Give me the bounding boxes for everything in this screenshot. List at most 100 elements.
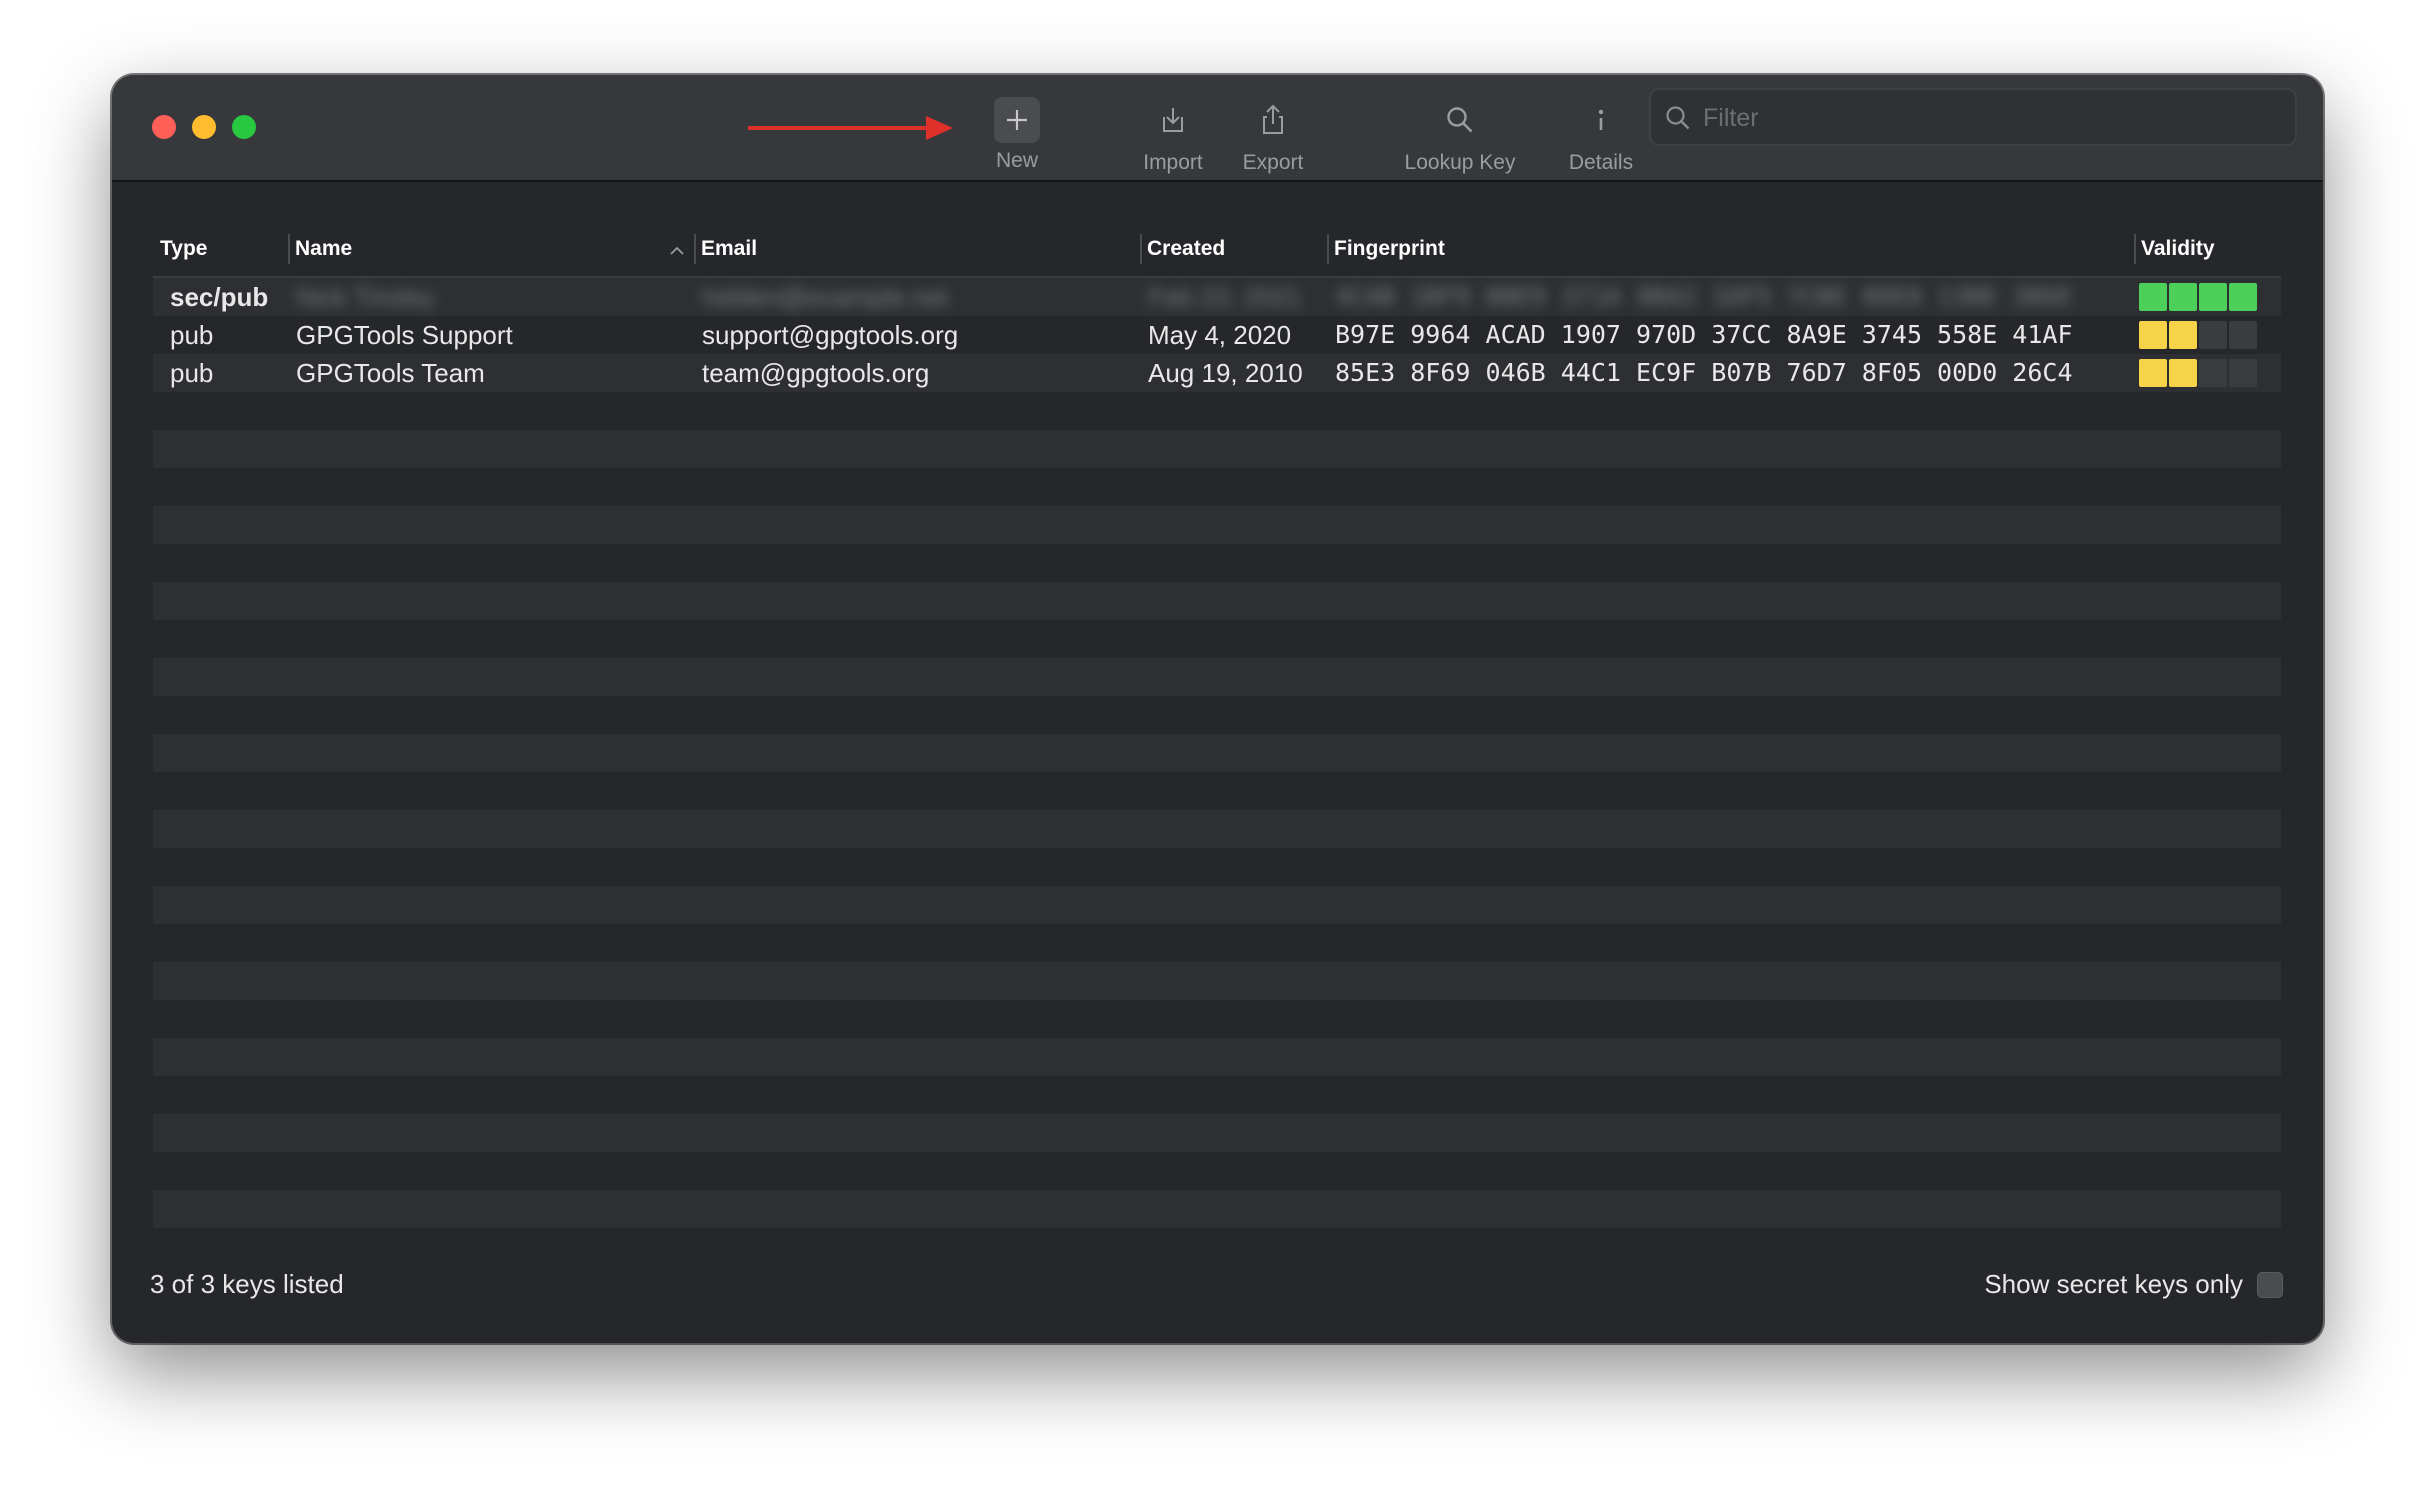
key-email: support@gpgtools.org xyxy=(702,320,959,350)
column-header-type[interactable]: Type xyxy=(153,222,288,276)
validity-segment xyxy=(2199,359,2227,387)
export-button[interactable]: Export xyxy=(1218,95,1328,175)
empty-table-row xyxy=(153,810,2281,848)
empty-table-row xyxy=(153,430,2281,468)
empty-table-row xyxy=(153,544,2281,582)
key-type: pub xyxy=(170,358,214,388)
filter-input[interactable] xyxy=(1701,90,2285,146)
validity-segment xyxy=(2229,283,2257,311)
empty-table-row xyxy=(153,1114,2281,1152)
lookup-key-label: Lookup Key xyxy=(1404,151,1516,174)
key-table: Type Name Email Created Fingerprint Vali… xyxy=(153,222,2281,1255)
minimize-window-button[interactable] xyxy=(192,115,216,139)
column-header-name[interactable]: Name xyxy=(288,222,694,276)
empty-table-row xyxy=(153,506,2281,544)
empty-table-row xyxy=(153,658,2281,696)
validity-segment xyxy=(2169,359,2197,387)
validity-segment xyxy=(2229,359,2257,387)
column-header-email[interactable]: Email xyxy=(694,222,1140,276)
column-separator xyxy=(1140,234,1142,264)
gpg-keychain-window: New Import Export Lookup Key Details Fil… xyxy=(112,75,2323,1343)
empty-table-row xyxy=(153,848,2281,886)
validity-segment xyxy=(2139,359,2167,387)
validity-segment xyxy=(2139,283,2167,311)
details-label: Details xyxy=(1568,151,1634,174)
validity-segment xyxy=(2169,321,2197,349)
table-row[interactable]: sec/pub Nick Tinsley hidden@example.net … xyxy=(153,278,2281,316)
key-created: Feb 23, 2021 xyxy=(1148,282,1302,312)
info-icon xyxy=(1543,95,1659,145)
key-type: pub xyxy=(170,320,214,350)
empty-table-row xyxy=(153,1228,2281,1255)
table-row[interactable]: pub GPGTools Team team@gpgtools.org Aug … xyxy=(153,354,2281,392)
import-label: Import xyxy=(1143,151,1203,174)
empty-table-row xyxy=(153,734,2281,772)
validity-segment xyxy=(2139,321,2167,349)
empty-table-row xyxy=(153,468,2281,506)
empty-table-row xyxy=(153,772,2281,810)
sort-ascending-icon xyxy=(670,246,684,255)
validity-meter xyxy=(2139,321,2257,349)
search-icon xyxy=(1380,95,1540,145)
empty-table-row xyxy=(153,392,2281,430)
key-name: GPGTools Support xyxy=(296,320,513,350)
empty-table-row xyxy=(153,582,2281,620)
key-fingerprint: 4CAB 1BF9 8BE9 371A 9BA2 1DF5 7CBE 0DE8 … xyxy=(1335,282,2073,311)
empty-table-row xyxy=(153,1000,2281,1038)
validity-meter xyxy=(2139,283,2257,311)
key-created: May 4, 2020 xyxy=(1148,320,1292,350)
column-separator xyxy=(694,234,696,264)
validity-segment xyxy=(2169,283,2197,311)
validity-segment xyxy=(2199,283,2227,311)
validity-segment xyxy=(2229,321,2257,349)
key-type: sec/pub xyxy=(170,282,269,312)
column-header-validity[interactable]: Validity xyxy=(2134,222,2281,276)
table-row[interactable]: pub GPGTools Support support@gpgtools.or… xyxy=(153,316,2281,354)
column-header-fingerprint-label: Fingerprint xyxy=(1334,237,1445,260)
table-body: sec/pub Nick Tinsley hidden@example.net … xyxy=(153,278,2281,1255)
close-window-button[interactable] xyxy=(152,115,176,139)
search-icon xyxy=(1666,106,1690,130)
show-secret-keys-label: Show secret keys only xyxy=(1984,1269,2243,1299)
show-secret-keys-checkbox[interactable] xyxy=(2257,1272,2283,1298)
column-separator xyxy=(2134,234,2136,264)
column-header-email-label: Email xyxy=(701,237,758,260)
details-button[interactable]: Details xyxy=(1543,95,1659,175)
key-email: team@gpgtools.org xyxy=(702,358,930,388)
empty-table-row xyxy=(153,1038,2281,1076)
validity-segment xyxy=(2199,321,2227,349)
validity-meter xyxy=(2139,359,2257,387)
column-header-created[interactable]: Created xyxy=(1140,222,1327,276)
import-button[interactable]: Import xyxy=(1118,95,1228,175)
column-separator xyxy=(1327,234,1329,264)
column-header-name-label: Name xyxy=(295,237,353,260)
import-icon xyxy=(1118,95,1228,145)
key-created: Aug 19, 2010 xyxy=(1148,358,1303,388)
empty-table-row xyxy=(153,1152,2281,1190)
empty-table-row xyxy=(153,886,2281,924)
column-header-fingerprint[interactable]: Fingerprint xyxy=(1327,222,2134,276)
key-fingerprint: 85E3 8F69 046B 44C1 EC9F B07B 76D7 8F05 … xyxy=(1335,358,2073,387)
empty-table-row xyxy=(153,1076,2281,1114)
empty-table-row xyxy=(153,924,2281,962)
lookup-key-button[interactable]: Lookup Key xyxy=(1380,95,1540,175)
column-header-created-label: Created xyxy=(1147,237,1226,260)
filter-field[interactable] xyxy=(1649,88,2297,146)
table-header: Type Name Email Created Fingerprint Vali… xyxy=(153,222,2281,278)
key-email: hidden@example.net xyxy=(702,282,949,312)
zoom-window-button[interactable] xyxy=(232,115,256,139)
column-header-validity-label: Validity xyxy=(2141,237,2215,260)
column-separator xyxy=(288,234,290,264)
key-fingerprint: B97E 9964 ACAD 1907 970D 37CC 8A9E 3745 … xyxy=(1335,320,2073,349)
empty-table-row xyxy=(153,1190,2281,1228)
empty-table-row xyxy=(153,696,2281,734)
share-icon xyxy=(1218,95,1328,145)
toolbar: New Import Export Lookup Key Details xyxy=(112,75,2323,182)
empty-table-row xyxy=(153,962,2281,1000)
annotation-arrow-icon xyxy=(748,116,953,140)
new-key-button[interactable]: New xyxy=(967,95,1067,173)
column-header-type-label: Type xyxy=(160,237,208,260)
empty-table-row xyxy=(153,620,2281,658)
plus-icon xyxy=(994,97,1040,143)
new-key-label: New xyxy=(995,149,1038,172)
